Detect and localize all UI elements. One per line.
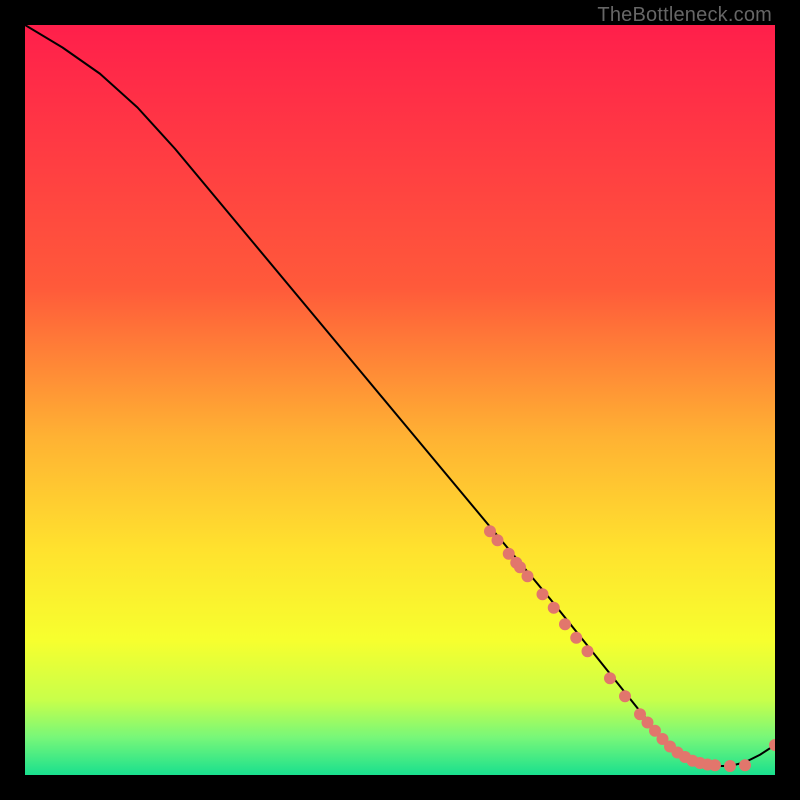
scatter-point xyxy=(548,602,560,614)
scatter-point xyxy=(582,645,594,657)
scatter-point xyxy=(522,570,534,582)
scatter-point xyxy=(537,588,549,600)
scatter-point xyxy=(724,760,736,772)
chart-svg xyxy=(25,25,775,775)
chart-stage: TheBottleneck.com xyxy=(0,0,800,800)
scatter-point xyxy=(709,759,721,771)
scatter-point xyxy=(604,672,616,684)
scatter-point xyxy=(570,632,582,644)
plot-area xyxy=(25,25,775,775)
scatter-point xyxy=(559,618,571,630)
scatter-point xyxy=(739,759,751,771)
scatter-point xyxy=(492,534,504,546)
scatter-point xyxy=(619,690,631,702)
gradient-background xyxy=(25,25,775,775)
watermark-text: TheBottleneck.com xyxy=(597,4,772,27)
